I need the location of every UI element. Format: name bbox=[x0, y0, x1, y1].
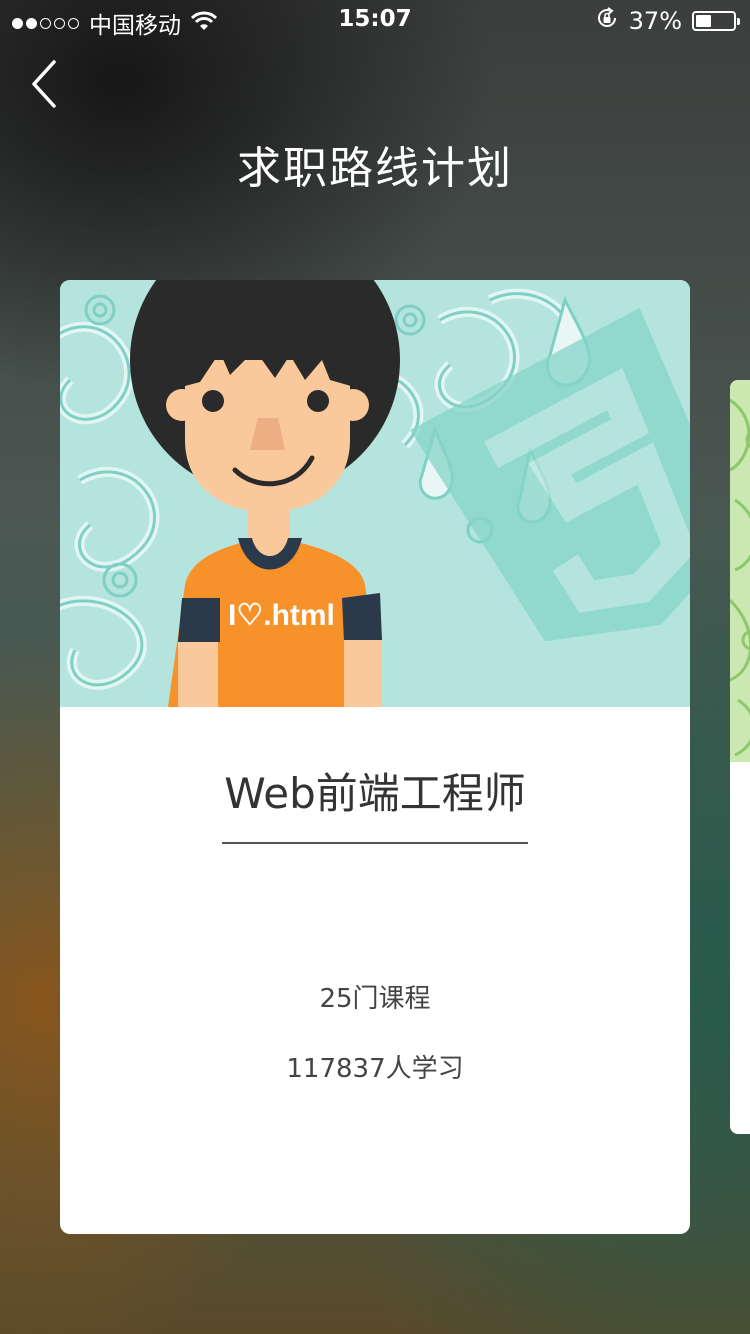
learner-count: 117837人学习 bbox=[286, 1054, 464, 1084]
rotation-lock-icon bbox=[595, 6, 619, 36]
career-illustration: I♡.html bbox=[60, 280, 690, 707]
card-title: Web前端工程师 bbox=[224, 769, 526, 818]
next-career-card[interactable] bbox=[730, 380, 750, 1134]
title-divider bbox=[222, 842, 528, 844]
battery-icon bbox=[692, 11, 740, 31]
course-count: 25门课程 bbox=[319, 984, 431, 1014]
status-right: 37% bbox=[595, 6, 740, 36]
back-button[interactable] bbox=[24, 56, 68, 112]
status-bar: 中国移动 15:07 37% bbox=[0, 0, 750, 40]
next-card-illustration bbox=[730, 380, 750, 762]
page-title: 求职路线计划 bbox=[237, 143, 513, 194]
battery-percent: 37% bbox=[628, 7, 682, 35]
career-path-card[interactable]: I♡.html Web前端工程师 25门课程 117837人学习 bbox=[60, 280, 690, 1234]
chevron-left-icon bbox=[32, 60, 56, 108]
shirt-text: I♡.html bbox=[228, 599, 335, 632]
